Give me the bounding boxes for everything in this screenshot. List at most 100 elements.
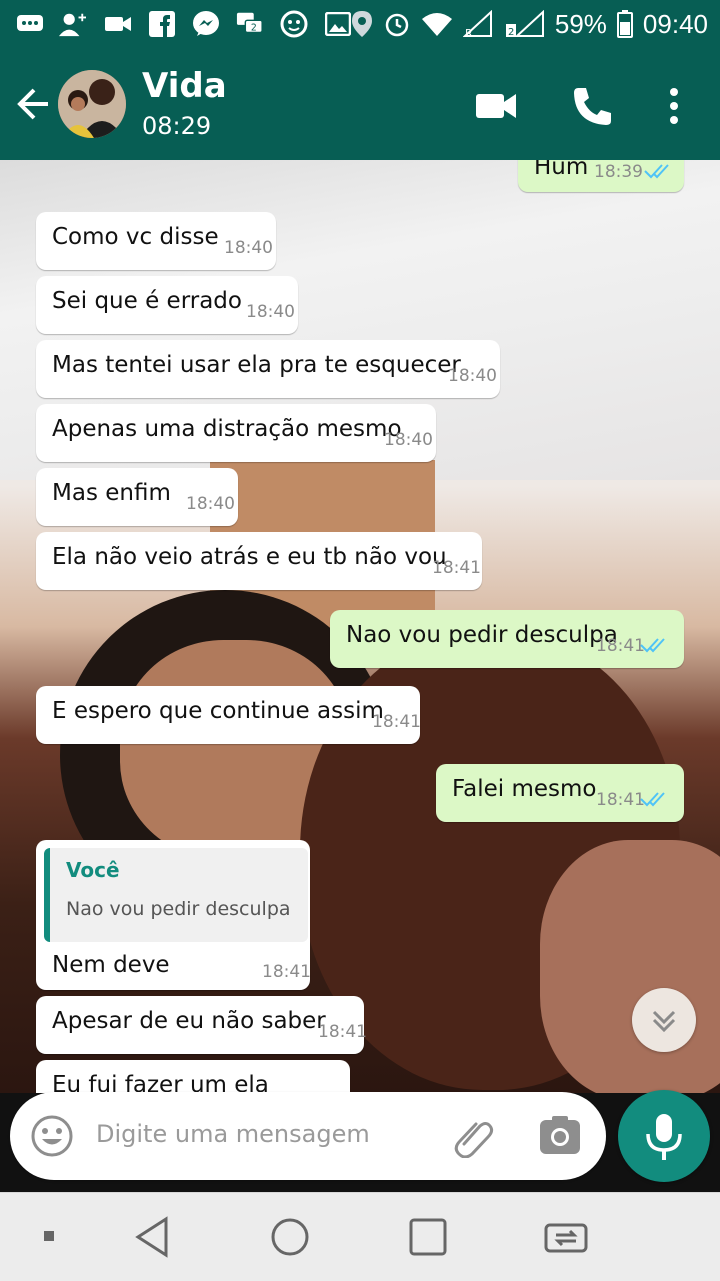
nav-recents-button[interactable]: [404, 1213, 452, 1261]
read-ticks-icon: [640, 638, 665, 653]
message-text: Apenas uma distração mesmo: [52, 416, 402, 442]
video-icon: [104, 10, 132, 38]
chat-header: Vida 08:29: [0, 48, 720, 160]
image-icon: [324, 10, 352, 38]
emoji-icon: [31, 1115, 73, 1157]
message-time: 18:41: [318, 1022, 367, 1042]
message-bubble[interactable]: Falei mesmo 18:41: [436, 764, 684, 822]
message-text: Mas enfim: [52, 480, 171, 506]
message-time: 18:40: [246, 302, 295, 322]
attach-button[interactable]: [450, 1114, 494, 1159]
contact-name[interactable]: Vida: [142, 66, 227, 106]
message-bubble[interactable]: Mas enfim 18:40: [36, 468, 238, 526]
nav-switch-button[interactable]: [542, 1213, 590, 1261]
message-text: Hum: [534, 160, 589, 180]
message-text: Mas tentei usar ela pra te esquecer: [52, 352, 461, 378]
message-time: 18:41: [596, 790, 645, 810]
message-time: 18:41: [262, 962, 311, 982]
chat-area[interactable]: Hum 18:39 Como vc disse 18:40 Sei que é …: [0, 160, 720, 1093]
svg-text:R: R: [465, 27, 473, 38]
emoji-button[interactable]: [30, 1114, 74, 1158]
avatar[interactable]: [58, 70, 126, 138]
message-bubble[interactable]: Mas tentei usar ela pra te esquecer 18:4…: [36, 340, 500, 398]
message-bubble[interactable]: E espero que continue assim 18:41: [36, 686, 421, 744]
message-composer[interactable]: Digite uma mensagem: [10, 1092, 606, 1180]
message-text: E espero que continue assim: [52, 698, 384, 724]
video-call-button[interactable]: [474, 84, 518, 128]
message-time: 18:40: [186, 494, 235, 514]
svg-text:2: 2: [251, 23, 257, 34]
camera-button[interactable]: [538, 1114, 582, 1158]
message-time: 18:40: [384, 430, 433, 450]
message-time: 18:41: [432, 558, 481, 578]
nav-back-button[interactable]: [128, 1213, 176, 1261]
message-bubble[interactable]: Nao vou pedir desculpa 18:41: [330, 610, 684, 668]
status-bar: 2 R 2 59% 09:40: [0, 0, 720, 48]
microphone-icon: [646, 1114, 682, 1160]
message-text: Eu fui fazer um ela: [52, 1072, 269, 1093]
back-button[interactable]: [14, 82, 54, 126]
message-bubble[interactable]: Apenas uma distração mesmo 18:40: [36, 404, 436, 462]
battery-percent: 59%: [554, 8, 607, 39]
messenger-icon: [192, 10, 220, 38]
double-chevron-down-icon: [652, 1010, 676, 1033]
svg-text:2: 2: [508, 27, 514, 38]
wallpaper-arm: [540, 840, 720, 1093]
message-text: Nao vou pedir desculpa: [346, 622, 618, 648]
message-text: Nem deve: [52, 952, 170, 978]
quoted-message[interactable]: Você Nao vou pedir desculpa: [44, 848, 308, 942]
message-text: Ela não veio atrás e eu tb não vou: [52, 544, 447, 570]
location-icon: [351, 11, 372, 37]
message-bubble[interactable]: Ela não veio atrás e eu tb não vou 18:41: [36, 532, 482, 590]
system-nav-bar: [0, 1192, 720, 1281]
message-bubble[interactable]: Como vc disse 18:40: [36, 212, 276, 270]
quoted-author: Você: [66, 858, 120, 882]
switch-apps-icon: [544, 1223, 588, 1253]
message-time: 18:40: [448, 366, 497, 386]
reply-message-bubble[interactable]: Você Nao vou pedir desculpa Nem deve 18:…: [36, 840, 311, 990]
read-ticks-icon: [640, 792, 665, 807]
more-vert-icon: [670, 88, 678, 124]
status-right: R 2 59% 09:40: [351, 0, 708, 48]
message-text: Falei mesmo: [452, 776, 597, 802]
voice-record-button[interactable]: [618, 1090, 710, 1182]
android-icon: [280, 10, 308, 38]
scroll-to-bottom-button[interactable]: [632, 988, 696, 1052]
facebook-icon: [148, 10, 176, 38]
battery-icon: [616, 10, 633, 38]
read-ticks-icon: [644, 164, 669, 179]
nav-home-button[interactable]: [266, 1213, 314, 1261]
contact-photo: [58, 70, 126, 138]
menu-button[interactable]: [656, 84, 692, 128]
paperclip-icon: [454, 1122, 494, 1159]
message-input[interactable]: Digite uma mensagem: [96, 1120, 370, 1148]
chat-2-icon: 2: [236, 10, 264, 38]
quoted-text: Nao vou pedir desculpa: [66, 898, 291, 920]
last-seen: 08:29: [142, 112, 212, 140]
alarm-icon: [385, 13, 409, 37]
message-text: Apesar de eu não saber: [52, 1008, 326, 1034]
nav-dot-icon: [30, 1213, 70, 1261]
status-time: 09:40: [642, 8, 708, 39]
message-time: 18:40: [224, 238, 273, 258]
message-text: Como vc disse: [52, 224, 219, 250]
message-bubble[interactable]: Eu fui fazer um ela: [36, 1060, 350, 1093]
message-text: Sei que é errado: [52, 288, 242, 314]
arrow-left-icon: [17, 88, 48, 120]
message-bubble[interactable]: Hum 18:39: [518, 160, 684, 192]
message-time: 18:39: [594, 162, 643, 182]
nav-recents-icon: [409, 1218, 447, 1256]
camera-icon: [540, 1116, 580, 1154]
message-bubble[interactable]: Sei que é errado 18:40: [36, 276, 298, 334]
wifi-icon: [421, 13, 452, 36]
signal-2-icon: 2: [505, 10, 544, 38]
add-contact-icon: [58, 10, 86, 38]
message-time: 18:41: [596, 636, 645, 656]
message-icon: [16, 10, 44, 38]
nav-back-icon: [135, 1216, 168, 1258]
video-call-icon: [476, 94, 516, 118]
voice-call-button[interactable]: [570, 84, 614, 128]
message-bubble[interactable]: Apesar de eu não saber 18:41: [36, 996, 367, 1054]
signal-1-icon: R: [462, 10, 492, 38]
nav-home-icon: [271, 1218, 309, 1256]
